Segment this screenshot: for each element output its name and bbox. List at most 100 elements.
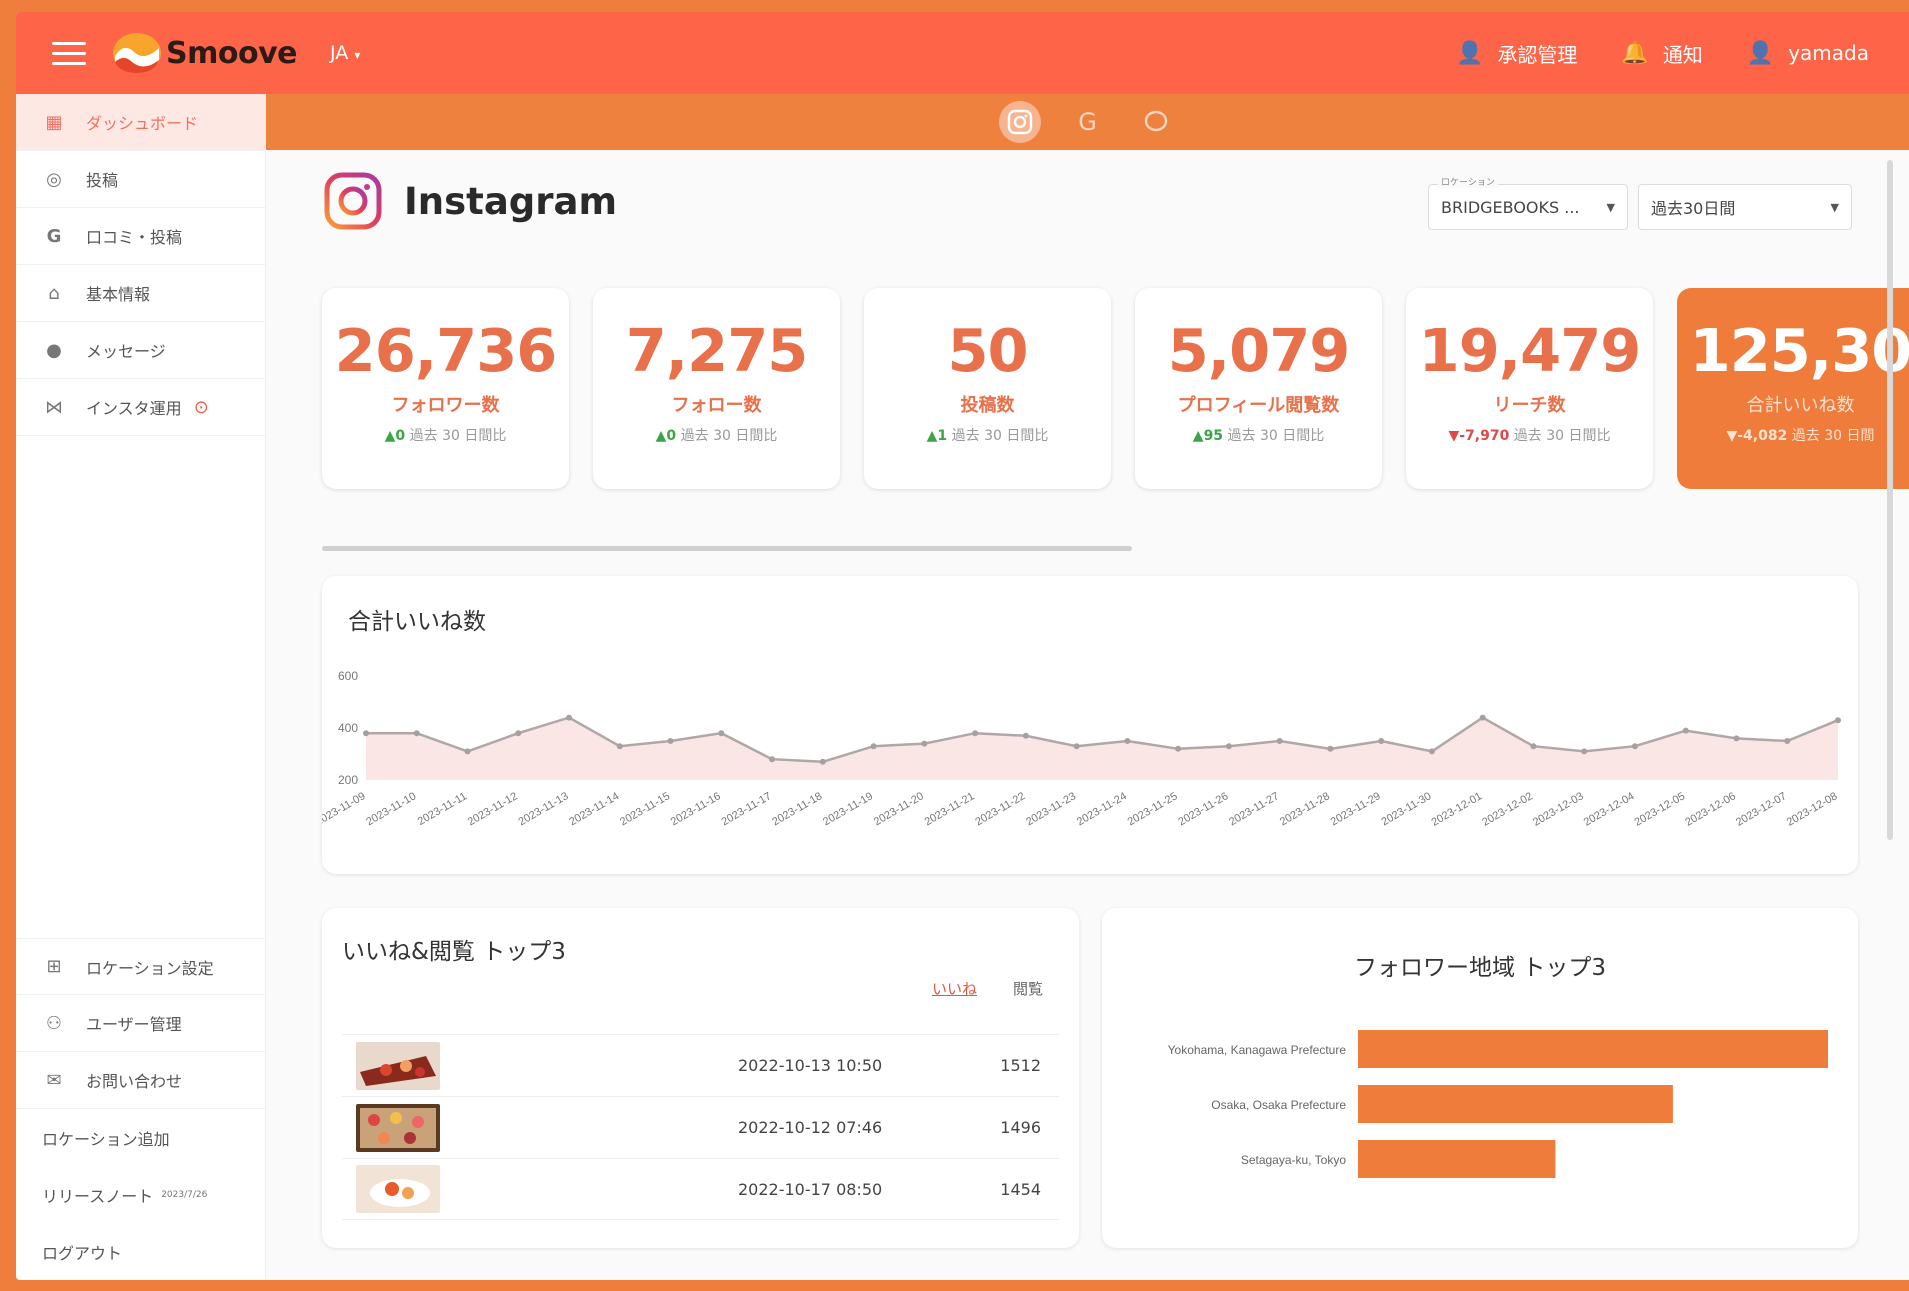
user-icon: 👤 bbox=[1746, 40, 1775, 66]
kpi-delta-note: 過去 30 日間比 bbox=[409, 428, 507, 444]
tab-likes[interactable]: いいね bbox=[932, 978, 977, 999]
follower-region-panel: フォロワー地域 トップ3 Yokohama, Kanagawa Prefectu… bbox=[1102, 908, 1858, 1248]
hamburger-menu-icon[interactable] bbox=[52, 42, 86, 66]
user-menu[interactable]: 👤 yamada bbox=[1747, 41, 1869, 66]
sidebar-item-posts[interactable]: ◎ 投稿 bbox=[16, 151, 265, 208]
sidebar-item-contact[interactable]: ✉ お問い合わせ bbox=[16, 1052, 265, 1109]
kpi-delta-value: -7,970 bbox=[1459, 428, 1510, 444]
up-arrow-icon: ▲ bbox=[384, 428, 396, 444]
x-tick-label: 2023-11-15 bbox=[618, 790, 672, 828]
sidebar-item-label: ユーザー管理 bbox=[86, 1015, 182, 1034]
alert-clock-icon: ⊙ bbox=[193, 396, 209, 418]
add-location-link[interactable]: ロケーション追加 bbox=[16, 1109, 265, 1166]
user-icon: 👤 bbox=[1456, 40, 1484, 66]
bar-category-label: Yokohama, Kanagawa Prefecture bbox=[1168, 1043, 1347, 1057]
line-chart: 2004006002023-11-092023-11-102023-11-112… bbox=[322, 669, 1841, 829]
kpi-card-followers[interactable]: 26,736 フォロワー数 ▲0 過去 30 日間比 bbox=[322, 288, 569, 489]
sidebar-item-label: ロケーション設定 bbox=[86, 958, 214, 978]
data-point bbox=[566, 714, 573, 721]
y-tick-label: 200 bbox=[338, 773, 358, 787]
kpi-card-posts[interactable]: 50 投稿数 ▲1 過去 30 日間比 bbox=[864, 288, 1111, 489]
data-point bbox=[718, 730, 725, 737]
table-row[interactable]: 2022-10-17 08:50 1454 bbox=[342, 1158, 1059, 1220]
logout-link[interactable]: ログアウト bbox=[16, 1223, 265, 1280]
kpi-card-following[interactable]: 7,275 フォロー数 ▲0 過去 30 日間比 bbox=[593, 288, 840, 489]
kpi-delta-value: 0 bbox=[666, 428, 677, 444]
google-icon: G bbox=[46, 225, 62, 247]
up-arrow-icon: ▲ bbox=[926, 428, 938, 444]
kpi-card-profile-views[interactable]: 5,079 プロフィール閲覧数 ▲95 過去 30 日間比 bbox=[1135, 288, 1382, 489]
sidebar-item-dashboard[interactable]: ▦ ダッシュボード bbox=[16, 94, 265, 151]
x-tick-label: 2023-11-17 bbox=[720, 790, 774, 828]
kpi-label: プロフィール閲覧数 bbox=[1177, 395, 1340, 416]
x-tick-label: 2023-11-10 bbox=[364, 790, 418, 828]
kpi-delta-value: 0 bbox=[395, 428, 406, 444]
cards-horizontal-scrollbar[interactable] bbox=[322, 546, 1132, 551]
caret-down-icon: ▼ bbox=[1606, 200, 1615, 214]
logout-label: ログアウト bbox=[42, 1243, 123, 1263]
tab-views[interactable]: 閲覧 bbox=[1013, 978, 1043, 999]
app-window: Smoove JA ▾ 👤 承認管理 🔔 通知 👤 yamada G ▦ ダッシュボード… bbox=[16, 12, 1909, 1280]
kpi-delta: ▼-4,082 過去 30 日間 bbox=[1677, 425, 1909, 445]
sidebar-item-reviews[interactable]: G 口コミ・投稿 bbox=[16, 208, 265, 265]
post-date: 2022-10-13 10:50 bbox=[738, 1056, 883, 1075]
bell-icon: 🔔 bbox=[1621, 40, 1649, 66]
kpi-cards: 26,736 フォロワー数 ▲0 過去 30 日間比 7,275 フォロー数 ▲… bbox=[322, 288, 1909, 489]
sidebar-item-basic-info[interactable]: ⌂ 基本情報 bbox=[16, 265, 265, 322]
sidebar-item-location-settings[interactable]: ⊞ ロケーション設定 bbox=[16, 938, 265, 995]
sidebar-item-insta-ops[interactable]: ⋈ インスタ運用 ⊙ bbox=[16, 379, 265, 436]
post-value: 1496 bbox=[1000, 1118, 1041, 1137]
data-point bbox=[1175, 745, 1182, 752]
main-vertical-scrollbar[interactable] bbox=[1887, 160, 1893, 840]
data-point bbox=[1682, 727, 1689, 734]
approval-link[interactable]: 👤 承認管理 bbox=[1456, 39, 1577, 68]
instagram-channel-icon[interactable] bbox=[998, 101, 1041, 143]
notification-link[interactable]: 🔔 通知 bbox=[1621, 39, 1702, 68]
y-tick-label: 400 bbox=[338, 721, 358, 735]
google-channel-icon[interactable]: G bbox=[1067, 101, 1109, 143]
location-select-value: BRIDGEBOOKS ... bbox=[1441, 197, 1580, 217]
bar bbox=[1358, 1030, 1828, 1068]
kpi-card-reach[interactable]: 19,479 リーチ数 ▼-7,970 過去 30 日間比 bbox=[1406, 288, 1653, 489]
page-title: Instagram bbox=[404, 179, 618, 223]
release-notes-link[interactable]: リリースノート 2023/7/26 bbox=[16, 1166, 265, 1223]
x-tick-label: 2023-11-24 bbox=[1075, 790, 1129, 828]
kpi-delta-value: -4,082 bbox=[1737, 428, 1788, 444]
kpi-value: 5,079 bbox=[1167, 316, 1351, 385]
x-tick-label: 2023-12-05 bbox=[1632, 790, 1687, 829]
data-point bbox=[1428, 748, 1435, 755]
data-point bbox=[515, 730, 522, 737]
bar-category-label: Setagaya-ku, Tokyo bbox=[1241, 1153, 1347, 1167]
data-point bbox=[667, 738, 674, 744]
x-tick-label: 2023-11-22 bbox=[973, 790, 1027, 828]
sidebar-item-messages[interactable]: ● メッセージ bbox=[16, 322, 265, 379]
data-point bbox=[1835, 717, 1841, 724]
sidebar-item-user-management[interactable]: ⚇ ユーザー管理 bbox=[16, 995, 265, 1052]
data-point bbox=[1631, 743, 1638, 750]
kpi-value: 125,30 bbox=[1689, 316, 1909, 385]
period-select[interactable]: 過去30日間 ▼ bbox=[1638, 184, 1852, 230]
period-select-wrap: 過去30日間 ▼ bbox=[1638, 184, 1852, 230]
store-icon: ⌂ bbox=[48, 282, 60, 304]
data-point bbox=[1378, 738, 1385, 744]
release-date: 2023/7/26 bbox=[161, 1189, 208, 1200]
y-tick-label: 600 bbox=[338, 669, 358, 683]
language-selector[interactable]: JA ▾ bbox=[330, 42, 360, 64]
release-notes-label: リリースノート bbox=[42, 1186, 154, 1206]
brand-logo[interactable]: Smoove bbox=[112, 32, 298, 74]
table-row[interactable]: 2022-10-12 07:46 1496 bbox=[342, 1096, 1059, 1158]
table-row[interactable]: 2022-10-13 10:50 1512 bbox=[342, 1034, 1059, 1096]
notification-label: 通知 bbox=[1662, 42, 1703, 67]
chat-channel-icon[interactable] bbox=[1135, 101, 1177, 143]
kpi-card-total-likes[interactable]: 125,30 合計いいね数 ▼-4,082 過去 30 日間 bbox=[1677, 288, 1909, 489]
likes-views-top3-panel: いいね&閲覧 トップ3 いいね 閲覧 2022-10-13 10:50 1512… bbox=[322, 908, 1079, 1248]
caret-down-icon: ▾ bbox=[354, 48, 361, 62]
location-select[interactable]: ロケーション BRIDGEBOOKS ... ▼ bbox=[1428, 175, 1628, 230]
kpi-label: フォロー数 bbox=[671, 395, 762, 416]
x-tick-label: 2023-11-19 bbox=[821, 790, 875, 828]
data-point bbox=[1733, 735, 1740, 742]
caret-down-icon: ▼ bbox=[1830, 200, 1839, 214]
kpi-delta-note: 過去 30 日間比 bbox=[951, 428, 1049, 444]
data-point bbox=[413, 730, 420, 737]
sidebar: ▦ ダッシュボード ◎ 投稿 G 口コミ・投稿 ⌂ 基本情報 ● メッセージ ⋈ インスタ運… bbox=[16, 94, 266, 1280]
